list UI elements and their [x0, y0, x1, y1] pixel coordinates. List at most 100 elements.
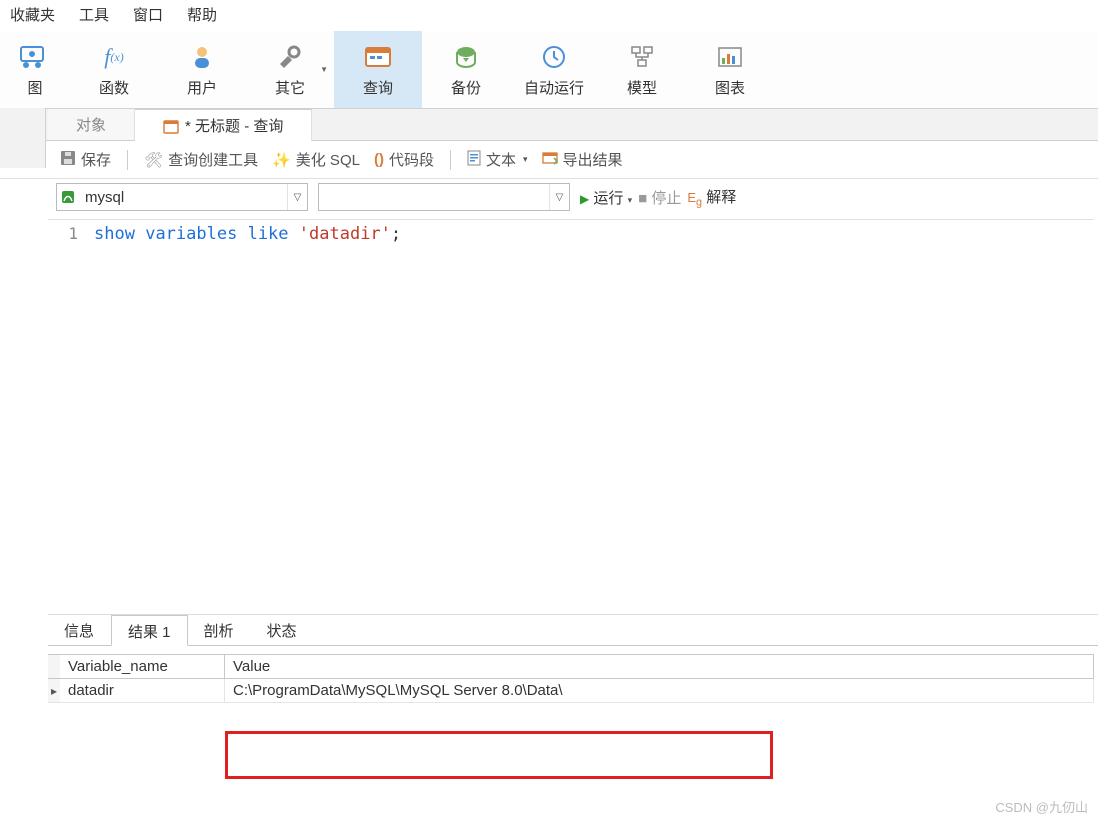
cell-value: C:\ProgramData\MySQL\MySQL Server 8.0\Da… — [225, 679, 1094, 703]
token-punct: ; — [391, 224, 401, 244]
column-header-variable-name[interactable]: Variable_name — [60, 655, 225, 679]
column-header-value[interactable]: Value — [225, 655, 1094, 679]
save-button[interactable]: 保存 — [56, 147, 115, 172]
result-tab-info[interactable]: 信息 — [48, 615, 111, 645]
token-keyword: variables — [145, 224, 237, 244]
table-row[interactable]: ▸ datadir C:\ProgramData\MySQL\MySQL Ser… — [48, 679, 1094, 703]
explain-icon: Eg — [687, 190, 702, 205]
clock-icon — [538, 41, 570, 73]
query-builder-label: 查询创建工具 — [168, 149, 258, 170]
view-icon — [19, 41, 51, 73]
text-label: 文本 — [486, 149, 516, 170]
cell-variable-name: datadir — [60, 679, 225, 703]
beautify-label: 美化 SQL — [296, 149, 360, 170]
play-icon: ▶ — [580, 192, 589, 206]
editor-gutter: 1 — [48, 220, 88, 614]
text-dropdown[interactable]: 文本 ▾ — [463, 147, 532, 172]
chart-icon — [714, 41, 746, 73]
connection-combo[interactable]: mysql ▽ — [56, 183, 308, 211]
save-label: 保存 — [81, 149, 111, 170]
model-icon — [626, 41, 658, 73]
user-icon — [186, 41, 218, 73]
run-label: 运行 — [593, 190, 623, 207]
result-tab-profile[interactable]: 剖析 — [188, 615, 251, 645]
stop-button[interactable]: ■ 停止 — [638, 187, 681, 208]
ribbon-view[interactable]: 图 — [0, 31, 70, 108]
snippets-label: 代码段 — [389, 149, 434, 170]
chevron-down-icon: ▾ — [628, 195, 633, 205]
tab-untitled-query[interactable]: * 无标题 - 查询 — [135, 109, 312, 141]
export-result-button[interactable]: 导出结果 — [538, 147, 627, 172]
code-snippet-button[interactable]: () 代码段 — [370, 147, 438, 172]
ribbon-model[interactable]: 模型 — [598, 31, 686, 108]
stop-icon: ■ — [638, 190, 647, 207]
tab-objects[interactable]: 对象 — [48, 109, 135, 140]
ribbon-backup[interactable]: 备份 — [422, 31, 510, 108]
ribbon-schedule-label: 自动运行 — [524, 77, 584, 98]
ribbon-query-label: 查询 — [363, 77, 393, 98]
line-number: 1 — [48, 224, 78, 243]
sql-editor[interactable]: 1 show variables like 'datadir'; — [48, 219, 1094, 614]
tools-icon — [274, 41, 306, 73]
document-icon — [467, 150, 481, 170]
result-grid: Variable_name Value ▸ datadir C:\Program… — [48, 654, 1094, 703]
brackets-icon: () — [374, 151, 384, 168]
ribbon-chart[interactable]: 图表 — [686, 31, 774, 108]
ribbon-user-label: 用户 — [187, 77, 217, 98]
ribbon-function[interactable]: f(x) 函数 — [70, 31, 158, 108]
connection-combo-text: mysql — [79, 189, 287, 206]
watermark: CSDN @九仞山 — [995, 797, 1088, 816]
editor-content[interactable]: show variables like 'datadir'; — [88, 220, 1094, 614]
ribbon-backup-label: 备份 — [451, 77, 481, 98]
ribbon-function-label: 函数 — [99, 77, 129, 98]
export-icon — [542, 151, 558, 169]
result-tabset: 信息 结果 1 剖析 状态 — [48, 614, 1098, 646]
chevron-down-icon: ▽ — [549, 184, 569, 210]
schema-combo[interactable]: ▽ — [318, 183, 570, 211]
chevron-down-icon: ▼ — [320, 65, 328, 74]
ribbon-toolbar: 图 f(x) 函数 用户 其它 ▼ 查询 备份 自动运行 — [0, 31, 1098, 109]
chevron-down-icon: ▾ — [523, 154, 528, 165]
ribbon-model-label: 模型 — [627, 77, 657, 98]
connection-icon — [57, 190, 79, 204]
ribbon-user[interactable]: 用户 — [158, 31, 246, 108]
result-tab-status[interactable]: 状态 — [251, 615, 314, 645]
save-icon — [60, 150, 76, 170]
ribbon-chart-label: 图表 — [715, 77, 745, 98]
token-keyword: like — [248, 224, 289, 244]
menu-window[interactable]: 窗口 — [133, 4, 163, 25]
sidebar-stub — [0, 108, 46, 168]
document-tabs: 对象 * 无标题 - 查询 — [0, 109, 1098, 141]
menu-favorites[interactable]: 收藏夹 — [10, 4, 55, 25]
token-string: 'datadir' — [299, 224, 391, 244]
export-label: 导出结果 — [563, 149, 623, 170]
menubar: 收藏夹 工具 窗口 帮助 — [0, 0, 1098, 31]
hammer-icon: 🛠 — [144, 151, 163, 169]
query-builder-button[interactable]: 🛠 查询创建工具 — [140, 147, 262, 172]
tab-untitled-label: * 无标题 - 查询 — [185, 118, 283, 135]
token-keyword: show — [94, 224, 135, 244]
run-button[interactable]: ▶ 运行 ▾ — [580, 187, 632, 208]
beautify-sql-button[interactable]: ✨ 美化 SQL — [268, 147, 364, 172]
grid-header-row: Variable_name Value — [48, 655, 1094, 679]
stop-label: 停止 — [651, 190, 681, 207]
ribbon-other[interactable]: 其它 ▼ — [246, 31, 334, 108]
backup-icon — [450, 41, 482, 73]
explain-button[interactable]: Eg 解释 — [687, 186, 736, 209]
chevron-down-icon: ▽ — [287, 184, 307, 210]
function-icon: f(x) — [98, 41, 130, 73]
connection-row: mysql ▽ ▽ ▶ 运行 ▾ ■ 停止 Eg 解释 — [0, 179, 1098, 219]
sparkle-icon: ✨ — [272, 151, 291, 169]
explain-label: 解释 — [706, 189, 736, 206]
query-icon — [362, 41, 394, 73]
menu-tools[interactable]: 工具 — [79, 4, 109, 25]
annotation-highlight — [225, 731, 773, 779]
ribbon-query[interactable]: 查询 — [334, 31, 422, 108]
ribbon-other-label: 其它 — [275, 77, 305, 98]
ribbon-schedule[interactable]: 自动运行 — [510, 31, 598, 108]
query-toolbar: 保存 🛠 查询创建工具 ✨ 美化 SQL () 代码段 文本 ▾ 导出结果 — [0, 141, 1098, 179]
row-current-icon: ▸ — [48, 679, 60, 703]
ribbon-view-label: 图 — [27, 77, 42, 98]
menu-help[interactable]: 帮助 — [187, 4, 217, 25]
result-tab-result1[interactable]: 结果 1 — [111, 615, 188, 646]
